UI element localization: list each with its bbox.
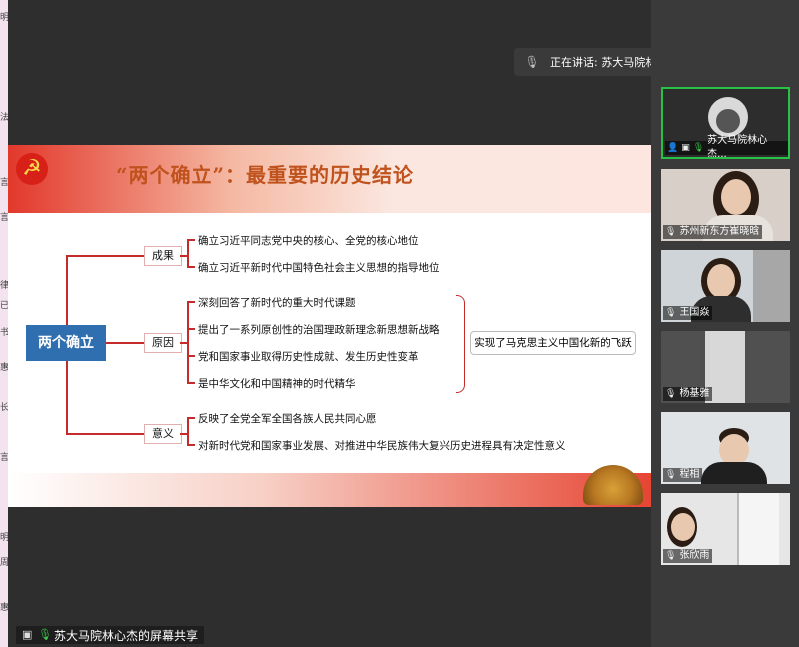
participant-name-tag: 🎙 王国焱 xyxy=(663,306,713,320)
list-item: 反映了全党全军全国各族人民共同心愿 xyxy=(198,413,377,425)
participant-sidebar: 👤 ▣ 🎙 苏大马院林心杰... 🎙 苏州新东方崔晓晗 🎙 王国焱 🎙 杨基雅 xyxy=(651,0,799,647)
participant-tile[interactable]: 🎙 张欣雨 xyxy=(661,493,790,565)
party-emblem-icon: ☭ xyxy=(16,153,48,185)
slide-title: “两个确立”：最重要的历史结论 xyxy=(116,163,415,187)
slide-header: ☭ “两个确立”：最重要的历史结论 xyxy=(8,145,651,213)
list-item: 党和国家事业取得历史性成就、发生历史性变革 xyxy=(198,351,419,363)
branch-node-results: 成果 xyxy=(144,246,182,266)
participant-tile[interactable]: 👤 ▣ 🎙 苏大马院林心杰... xyxy=(661,87,790,159)
user-icon: 👤 xyxy=(667,143,679,153)
participant-name-tag: 🎙 张欣雨 xyxy=(663,549,713,563)
avatar xyxy=(708,97,748,137)
participant-name-tag: 🎙 程相 xyxy=(663,468,703,482)
screen-share-icon: ▣ xyxy=(681,143,690,153)
mic-icon: 🎙 xyxy=(38,628,52,641)
list-item: 确立习近平同志党中央的核心、全党的核心地位 xyxy=(198,235,419,247)
mic-icon: 🎙 xyxy=(692,143,705,153)
mic-muted-icon: 🎙 xyxy=(665,551,677,561)
branch-node-significance: 意义 xyxy=(144,424,182,444)
participant-name-tag: 🎙 苏州新东方崔晓晗 xyxy=(663,225,763,239)
main-node: 两个确立 xyxy=(26,325,106,361)
share-label-text: 苏大马院林心杰的屏幕共享 xyxy=(54,628,199,643)
mic-muted-icon: 🎙 xyxy=(665,389,677,399)
shared-slide: ☭ “两个确立”：最重要的历史结论 两个确立 成果 原因 意义 确立习近平同志党… xyxy=(8,145,651,507)
list-item: 对新时代党和国家事业发展、对推进中华民族伟大复兴历史进程具有决定性意义 xyxy=(198,440,566,452)
result-box: 实现了马克思主义中国化新的飞跃 xyxy=(470,331,636,355)
screen-share-icon: ▣ xyxy=(22,628,33,641)
mic-muted-icon: 🎙 xyxy=(665,470,677,480)
list-item: 确立习近平新时代中国特色社会主义思想的指导地位 xyxy=(198,262,440,274)
participant-tile[interactable]: 🎙 苏州新东方崔晓晗 xyxy=(661,169,790,241)
participant-tile[interactable]: 🎙 王国焱 xyxy=(661,250,790,322)
participant-tile[interactable]: 🎙 程相 xyxy=(661,412,790,484)
mic-muted-icon: 🎙 xyxy=(665,308,677,318)
participant-tile[interactable]: 🎙 杨基雅 xyxy=(661,331,790,403)
lion-statue-image xyxy=(583,465,643,505)
list-item: 是中华文化和中国精神的时代精华 xyxy=(198,378,356,390)
participant-name: 张欣雨 xyxy=(679,550,710,561)
participant-name-tag: 🎙 杨基雅 xyxy=(663,387,713,401)
participant-name-tag: 👤 ▣ 🎙 苏大马院林心杰... xyxy=(665,135,788,157)
participant-name: 程相 xyxy=(679,469,700,480)
mic-muted-icon: 🎙 xyxy=(524,55,540,69)
participant-name: 杨基雅 xyxy=(679,388,710,399)
list-item: 提出了一系列原创性的治国理政新理念新思想新战略 xyxy=(198,324,440,336)
branch-node-reasons: 原因 xyxy=(144,333,182,353)
screen-share-label: ▣ 🎙 苏大马院林心杰的屏幕共享 xyxy=(16,626,205,644)
participant-name: 苏大马院林心杰... xyxy=(707,135,768,159)
participant-name: 王国焱 xyxy=(679,307,710,318)
mic-muted-icon: 🎙 xyxy=(665,227,677,237)
list-item: 深刻回答了新时代的重大时代课题 xyxy=(198,297,356,309)
participant-name: 苏州新东方崔晓晗 xyxy=(679,226,760,237)
slide-footer xyxy=(8,465,651,507)
